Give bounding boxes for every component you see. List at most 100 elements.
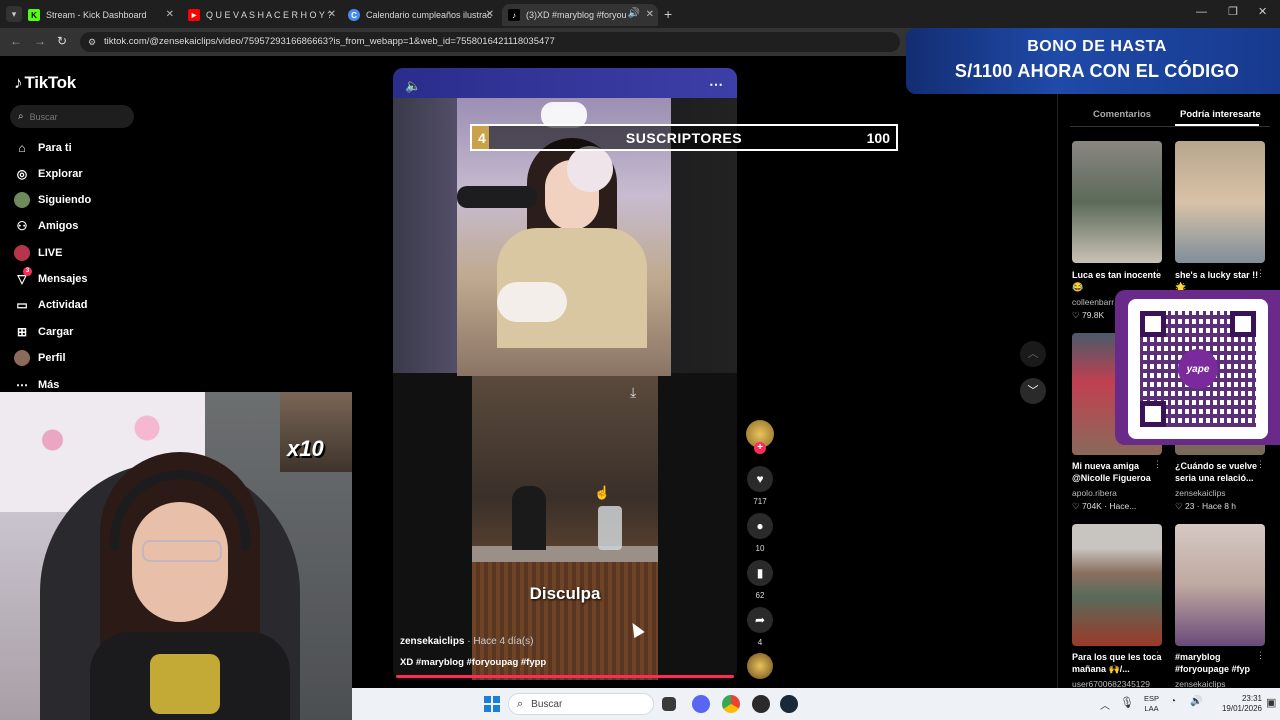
recommended-video-thumb[interactable] (1072, 141, 1162, 263)
like-button[interactable]: ♥ (747, 466, 773, 492)
download-icon[interactable]: ⤓ (630, 384, 636, 401)
file-explorer-icon[interactable] (662, 697, 676, 711)
card-more-icon[interactable]: ⋮ (1256, 459, 1265, 470)
next-video-button[interactable]: ﹀ (1020, 378, 1046, 404)
sound-disc-avatar[interactable] (747, 653, 773, 679)
maximize-button[interactable]: ❐ (1228, 5, 1238, 18)
close-icon[interactable]: ✕ (166, 9, 174, 20)
sidebar-item-live[interactable]: LIVE (14, 244, 62, 262)
like-count: 717 (753, 497, 767, 506)
kick-favicon-icon: K (28, 9, 40, 21)
sidebar-item-mensajes[interactable]: ▽ 3 Mensajes (14, 267, 88, 288)
tab-label: Stream - Kick Dashboard (46, 10, 147, 20)
language-indicator[interactable]: ESP LAA (1144, 694, 1159, 714)
video-author[interactable]: zensekaiclips (400, 636, 464, 647)
recommended-video-thumb[interactable] (1175, 141, 1265, 263)
card-more-icon[interactable]: ⋮ (1153, 459, 1162, 470)
stat-text: 79.8K (1081, 310, 1105, 320)
recommended-video-title[interactable]: Mi nueva amiga @Nicolle Figueroa (1072, 460, 1162, 484)
notification-icon[interactable]: ▣ (1266, 696, 1276, 709)
taskbar-search-box[interactable]: ⌕ Buscar (508, 693, 654, 715)
recommended-video-title[interactable]: #maryblog #foryoupage #fyp (1175, 651, 1265, 675)
sidebar-item-siguiendo[interactable]: Siguiendo (14, 191, 91, 209)
obs-icon[interactable] (752, 695, 770, 713)
sidebar-item-amigos[interactable]: ⚇ Amigos (14, 217, 79, 235)
tab-calendario[interactable]: C Calendario cumpleaños ilustrac ✕ (348, 4, 498, 26)
activity-icon: ▭ (16, 298, 28, 312)
forward-arrow-icon[interactable]: → (34, 34, 46, 48)
share-button[interactable]: ➦ (747, 607, 773, 633)
bookmark-icon: ▮ (756, 566, 764, 580)
discord-icon[interactable] (692, 695, 710, 713)
recommended-video-thumb[interactable] (1072, 524, 1162, 646)
sidebar-search-box[interactable]: ⌕ Buscar (10, 105, 134, 128)
qr-code-card: yape (1128, 299, 1268, 439)
live-icon (14, 245, 30, 261)
card-more-icon[interactable]: ⋮ (1153, 268, 1162, 279)
tab-youtube[interactable]: ▶ Q U E V A S H A C E R H O Y ? ✕ (188, 4, 340, 26)
close-icon[interactable]: ✕ (328, 9, 336, 20)
comment-button[interactable]: ● (747, 513, 773, 539)
card-more-icon[interactable]: ⋮ (1256, 268, 1265, 279)
sidebar-item-cargar[interactable]: ⊞ Cargar (14, 323, 74, 341)
reload-icon[interactable]: ↻ (57, 34, 67, 48)
new-tab-button[interactable]: + (664, 6, 672, 22)
recommended-video-title[interactable]: ¿Cuándo se vuelve seria una relació... (1175, 460, 1265, 484)
sidebar-item-perfil[interactable]: Perfil (14, 349, 66, 367)
browser-tab-bar: ▾ K Stream - Kick Dashboard ✕ ▶ Q U E V … (0, 0, 1280, 28)
wifi-icon[interactable]: ◔ (1170, 696, 1176, 707)
heart-icon: ♥ (756, 472, 764, 486)
sidebar-item-para-ti[interactable]: ⌂ Para ti (14, 139, 71, 157)
message-icon: ▽ 3 (14, 267, 32, 287)
minimize-button[interactable]: — (1196, 6, 1207, 18)
recommended-video-user[interactable]: colleenbarr (1072, 297, 1114, 307)
tab-comentarios[interactable]: Comentarios (1093, 109, 1151, 120)
follow-plus-icon[interactable]: + (754, 442, 766, 454)
cafe-counter-top (472, 546, 658, 562)
video-top-bar (393, 68, 737, 98)
url-field[interactable]: ⚙ tiktok.com/@zensekaiclips/video/759572… (80, 32, 900, 52)
tab-kick-dashboard[interactable]: K Stream - Kick Dashboard ✕ (28, 4, 178, 26)
volume-icon[interactable]: 🔈 (405, 78, 421, 94)
close-icon[interactable]: ✕ (486, 9, 494, 20)
clock[interactable]: 23:31 19/01/2026 (1218, 694, 1262, 714)
tiktok-note-icon: ♪ (14, 73, 23, 92)
tab-tiktok-active[interactable]: ♪ (3)XD #maryblog #foryoup 🔊 ✕ (502, 4, 658, 26)
card-more-icon[interactable]: ⋮ (1256, 650, 1265, 661)
video-player[interactable]: 🔈 ⋯ ⤓ Disculpa zensekaiclips · Hace 4 dí… (393, 68, 737, 680)
sidebar-item-explorar[interactable]: ◎ Explorar (14, 165, 83, 183)
promo-line-2: S/1100 AHORA CON EL CÓDIGO (954, 61, 1240, 81)
tab-search-button[interactable]: ▾ (6, 6, 22, 22)
recommended-video-user[interactable]: zensekaiclips (1175, 488, 1226, 498)
save-count: 62 (755, 591, 765, 600)
tiktok-logo[interactable]: ♪ TikTok (14, 73, 76, 93)
tab-label: (3)XD #maryblog #foryoup (526, 10, 626, 20)
comment-icon: ● (756, 519, 764, 533)
video-progress-bar[interactable] (396, 675, 734, 678)
tab-podria-interesarte[interactable]: Podría interesarte (1180, 109, 1261, 120)
video-description[interactable]: XD #maryblog #foryoupag #fypp (400, 657, 546, 668)
recommended-video-title[interactable]: Para los que les toca mañana 🙌/... (1072, 651, 1162, 675)
promo-line-1: BONO DE HASTA (1027, 38, 1167, 55)
close-icon[interactable]: ✕ (646, 9, 654, 20)
more-options-icon[interactable]: ⋯ (709, 76, 723, 93)
tray-chevron-icon[interactable]: ︿ (1100, 697, 1110, 712)
save-button[interactable]: ▮ (747, 560, 773, 586)
back-arrow-icon[interactable]: ← (10, 34, 22, 48)
window-close-button[interactable]: ✕ (1258, 5, 1267, 18)
speaker-icon[interactable]: 🔊 (628, 8, 640, 19)
chrome-icon[interactable] (722, 695, 740, 713)
card-more-icon[interactable]: ⋮ (1153, 650, 1162, 661)
recommended-video-thumb[interactable] (1175, 524, 1265, 646)
volume-tray-icon[interactable]: 🔊 (1190, 696, 1202, 707)
tab-row-divider (1070, 126, 1270, 127)
sidebar-item-actividad[interactable]: ▭ Actividad (14, 296, 87, 314)
site-info-icon[interactable]: ⚙ (88, 32, 96, 52)
steam-icon[interactable] (780, 695, 798, 713)
recommended-video-user-line[interactable]: apolo.ribera (1072, 488, 1117, 498)
previous-video-button[interactable]: ︿ (1020, 341, 1046, 367)
stat-text: 704K · Hace... (1081, 501, 1137, 511)
glasses-shape (142, 540, 222, 562)
microphone-icon[interactable]: 🎙 (1120, 696, 1134, 709)
windows-start-icon[interactable] (484, 696, 500, 712)
